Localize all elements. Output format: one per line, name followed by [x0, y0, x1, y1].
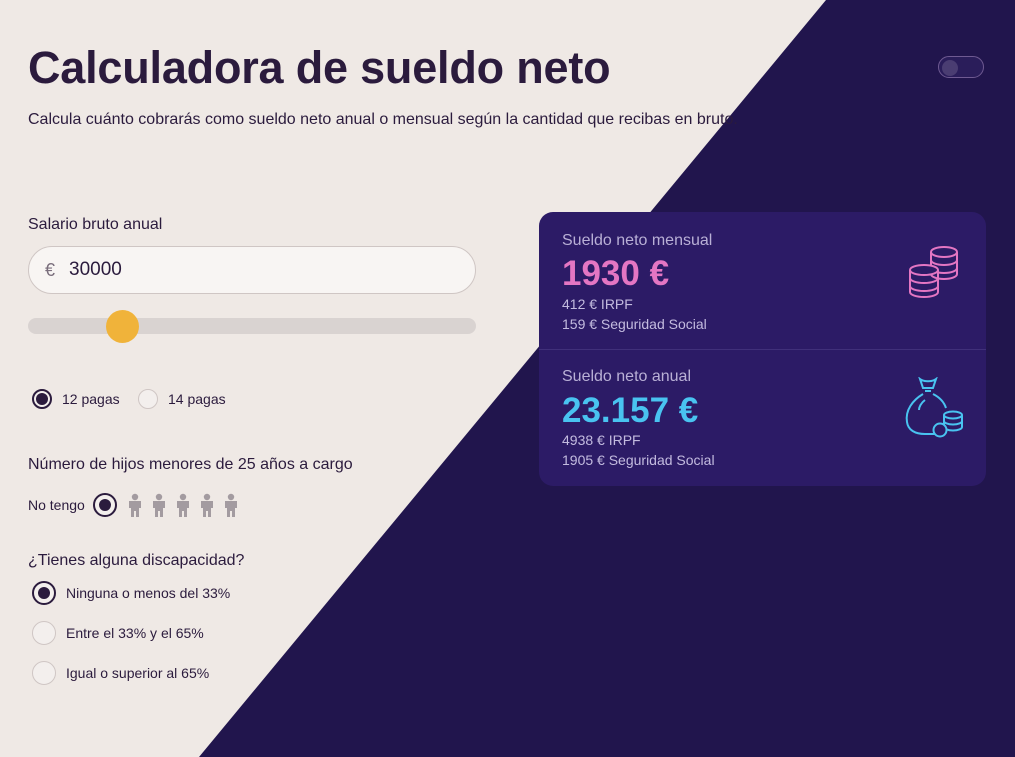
disability-label: ¿Tienes alguna discapacidad? [28, 552, 245, 569]
radio-dot-selected [32, 581, 56, 605]
salary-value: 30000 [69, 259, 122, 280]
children-selector: No tengo [28, 492, 243, 518]
money-bag-icon [905, 377, 963, 438]
radio-disability-none[interactable]: Ninguna o menos del 33% [32, 581, 230, 605]
page-subtitle: Calcula cuánto cobrarás como sueldo neto… [28, 111, 738, 128]
disability-option-label: Ninguna o menos del 33% [66, 585, 231, 601]
radio-dot-selected [32, 389, 52, 409]
salary-input[interactable]: € 30000 [28, 246, 476, 294]
radio-disability-65-plus[interactable]: Igual o superior al 65% [32, 661, 209, 685]
radio-14-pagas[interactable]: 14 pagas [138, 389, 226, 409]
no-children-radio[interactable] [92, 493, 117, 517]
results-card: Sueldo neto mensual 1930 € 412 € IRPF 15… [539, 212, 986, 486]
child-icon-4[interactable] [195, 492, 219, 518]
children-label: Número de hijos menores de 25 años a car… [28, 456, 353, 473]
radio-12-pagas[interactable]: 12 pagas [32, 389, 120, 409]
annual-label: Sueldo neto anual [562, 368, 691, 385]
radio-dot [138, 389, 158, 409]
child-icon-3[interactable] [171, 492, 195, 518]
salary-slider-thumb[interactable] [106, 310, 140, 343]
radio-14-pagas-label: 14 pagas [168, 391, 226, 407]
no-children-label: No tengo [28, 497, 85, 513]
radio-dot [32, 661, 56, 685]
theme-toggle[interactable] [938, 56, 984, 78]
radio-dot [32, 621, 56, 645]
child-icon-1[interactable] [123, 492, 147, 518]
monthly-social-security: 159 € Seguridad Social [562, 316, 707, 332]
annual-result: Sueldo neto anual 23.157 € 4938 € IRPF 1… [539, 349, 986, 486]
disability-option-label: Igual o superior al 65% [66, 665, 210, 681]
page-title: Calculadora de sueldo neto [28, 42, 611, 93]
annual-irpf: 4938 € IRPF [562, 432, 641, 448]
annual-value: 23.157 € [562, 391, 699, 430]
salary-label: Salario bruto anual [28, 216, 163, 233]
monthly-value: 1930 € [562, 254, 670, 293]
currency-symbol: € [45, 259, 56, 280]
monthly-label: Sueldo neto mensual [562, 232, 713, 249]
child-icon-2[interactable] [147, 492, 171, 518]
salary-slider-track[interactable] [28, 318, 476, 334]
coins-icon [909, 246, 958, 298]
toggle-knob [942, 60, 958, 76]
monthly-result: Sueldo neto mensual 1930 € 412 € IRPF 15… [539, 212, 986, 349]
monthly-irpf: 412 € IRPF [562, 296, 633, 312]
annual-social-security: 1905 € Seguridad Social [562, 452, 715, 468]
radio-12-pagas-label: 12 pagas [62, 391, 120, 407]
disability-option-label: Entre el 33% y el 65% [66, 625, 204, 641]
radio-disability-33-65[interactable]: Entre el 33% y el 65% [32, 621, 204, 645]
child-icon-5[interactable] [219, 492, 243, 518]
